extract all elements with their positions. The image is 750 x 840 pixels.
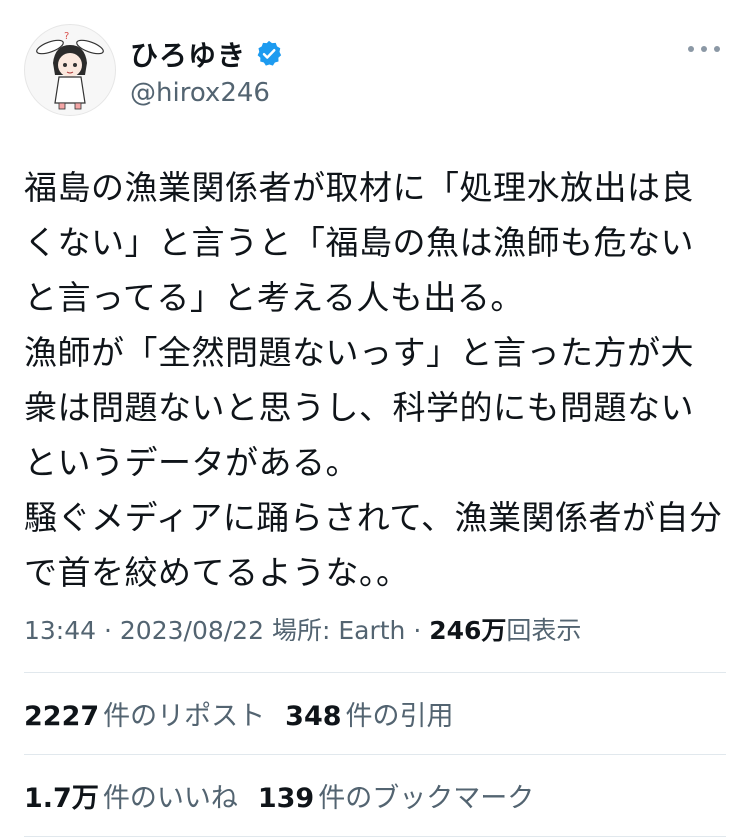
svg-text:?: ? [64, 31, 69, 42]
verified-badge-icon [254, 39, 284, 69]
views-label: 回表示 [506, 616, 582, 645]
tweet-meta: 13:44 · 2023/08/22 場所: Earth · 246万回表示 [24, 611, 581, 647]
quotes-stat[interactable]: 348 件の引用 [285, 694, 453, 733]
engagement-row-2: 1.7万 件のいいね 139 件のブックマーク [24, 776, 534, 815]
more-options-icon[interactable] [688, 38, 722, 58]
bookmarks-count: 139 [257, 783, 315, 814]
user-handle[interactable]: @hirox246 [130, 78, 284, 108]
likes-label: 件のいいね [102, 783, 238, 814]
divider [24, 754, 726, 755]
reposts-stat[interactable]: 2227 件のリポスト [24, 694, 265, 733]
display-name-row: ひろゆき [130, 34, 284, 74]
divider [24, 836, 726, 837]
reposts-count: 2227 [24, 701, 100, 732]
tweet-date[interactable]: 2023/08/22 [120, 616, 264, 645]
profile-names: ひろゆき @hirox246 [130, 34, 284, 108]
tweet-time[interactable]: 13:44 [24, 616, 96, 645]
engagement-row-1: 2227 件のリポスト 348 件の引用 [24, 694, 454, 733]
likes-stat[interactable]: 1.7万 件のいいね [24, 776, 238, 815]
meta-separator: · [104, 616, 120, 645]
reposts-label: 件のリポスト [103, 701, 266, 732]
bookmarks-stat[interactable]: 139 件のブックマーク [258, 776, 534, 815]
quotes-label: 件の引用 [345, 701, 454, 732]
tweet-text-line: 漁師が「全然問題ないっす」と言った方が大衆は問題ないと思うし、科学的にも問題ない… [24, 333, 694, 482]
avatar-illustration-icon: ? [36, 31, 104, 110]
divider [24, 672, 726, 673]
tweet-text-line: 福島の漁業関係者が取材に「処理水放出は良くない」と言うと「福島の魚は漁師も危ない… [24, 168, 694, 317]
likes-count: 1.7万 [24, 783, 99, 814]
tweet-text: 福島の漁業関係者が取材に「処理水放出は良くない」と言うと「福島の魚は漁師も危ない… [24, 160, 726, 600]
quotes-count: 348 [285, 701, 342, 732]
views-count: 246万 [429, 616, 507, 645]
tweet-header: ? ひろゆき @hirox246 [24, 24, 726, 116]
display-name[interactable]: ひろゆき [130, 34, 246, 74]
tweet-text-line: 騒ぐメディアに踊らされて、漁業関係者が自分で首を絞めてるような。。 [24, 498, 723, 592]
meta-separator: · [413, 616, 430, 645]
bookmarks-label: 件のブックマーク [318, 783, 535, 814]
avatar[interactable]: ? [24, 24, 116, 116]
tweet-location: 場所: Earth [271, 616, 406, 645]
